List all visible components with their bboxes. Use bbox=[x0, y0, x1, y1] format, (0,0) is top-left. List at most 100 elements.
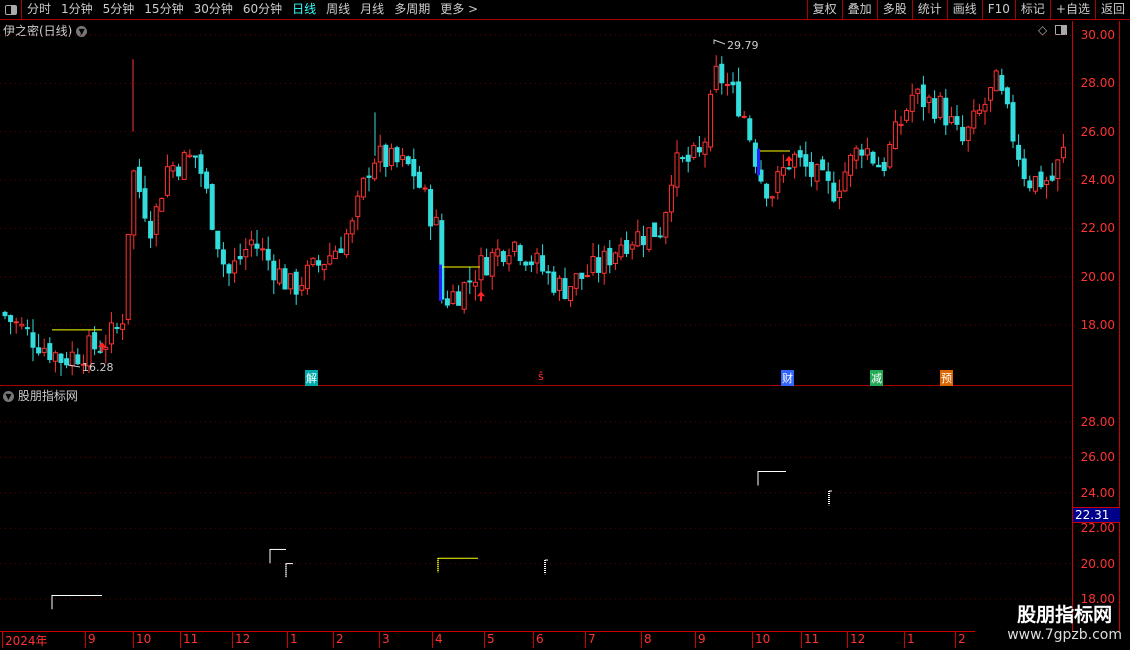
candle-body bbox=[400, 155, 406, 160]
candle-body bbox=[870, 151, 876, 164]
candle-body bbox=[876, 164, 882, 168]
candle-body bbox=[411, 159, 417, 177]
time-tick-label: 10 bbox=[752, 632, 770, 648]
time-tick-label: 2 bbox=[955, 632, 966, 648]
candle-body bbox=[769, 196, 775, 199]
candle-body bbox=[209, 184, 215, 230]
event-marker[interactable]: 解 bbox=[305, 370, 318, 386]
candle-body bbox=[730, 81, 736, 86]
event-marker[interactable]: 预 bbox=[940, 370, 953, 386]
candle-body bbox=[708, 93, 714, 148]
candle-body bbox=[1055, 159, 1061, 179]
candle-body bbox=[181, 152, 187, 180]
candle-body bbox=[909, 94, 915, 112]
price-tick-label: 28.00 bbox=[1080, 76, 1115, 91]
high-pointer bbox=[713, 39, 726, 45]
candle-body bbox=[741, 115, 747, 118]
event-marker[interactable]: 减 bbox=[870, 370, 883, 386]
candle-body bbox=[148, 220, 154, 239]
time-tick-label: 11 bbox=[180, 632, 198, 648]
sub-tick-label: 28.00 bbox=[1080, 415, 1115, 429]
candlestick-chart[interactable]: 29.79 16.28 bbox=[0, 0, 1072, 630]
candle-body bbox=[1027, 180, 1033, 189]
candle-body bbox=[254, 243, 260, 249]
candle-body bbox=[674, 152, 680, 188]
candle-body bbox=[276, 268, 282, 284]
candle-body bbox=[293, 271, 299, 295]
watermark-url: www.7gpzb.com bbox=[1007, 627, 1122, 643]
event-marker[interactable]: 财 bbox=[781, 370, 794, 386]
toolbar-button[interactable]: 返回 bbox=[1094, 0, 1130, 20]
buy-arrow-icon bbox=[98, 341, 106, 352]
signal-bar bbox=[757, 148, 760, 176]
candle-body bbox=[349, 220, 355, 235]
candle-body bbox=[176, 166, 182, 177]
event-marker[interactable]: ŝ bbox=[537, 370, 545, 383]
candle-body bbox=[624, 240, 630, 254]
candle-body bbox=[360, 177, 366, 198]
time-tick-label: 10 bbox=[133, 632, 151, 648]
time-tick-label: 11 bbox=[801, 632, 819, 648]
time-tick-label: 2 bbox=[333, 632, 344, 648]
candle-body bbox=[926, 96, 932, 103]
candle-body bbox=[713, 65, 719, 91]
candle-body bbox=[1049, 175, 1055, 181]
candle-body bbox=[327, 255, 333, 265]
sub-tick-label: 20.00 bbox=[1080, 556, 1115, 571]
candle-body bbox=[663, 212, 669, 238]
candle-body bbox=[310, 257, 316, 266]
candle-body bbox=[103, 346, 109, 350]
candle-body bbox=[260, 248, 266, 251]
candle-body bbox=[344, 233, 350, 256]
candle-body bbox=[635, 231, 641, 247]
candle-body bbox=[366, 175, 372, 178]
candle-body bbox=[108, 322, 114, 345]
candle-body bbox=[271, 260, 277, 281]
candle-body bbox=[523, 261, 529, 266]
candle-body bbox=[724, 84, 730, 87]
candle-body bbox=[433, 216, 439, 226]
candle-body bbox=[764, 183, 770, 199]
candle-body bbox=[131, 170, 137, 236]
candle-body bbox=[506, 255, 512, 265]
candle-body bbox=[629, 244, 635, 250]
candle-body bbox=[47, 343, 53, 361]
candle-body bbox=[836, 190, 842, 199]
candle-body bbox=[237, 255, 243, 260]
candle-body bbox=[1016, 144, 1022, 160]
candle-body bbox=[170, 165, 176, 172]
time-tick-label: 3 bbox=[379, 632, 390, 648]
candle-body bbox=[864, 148, 870, 156]
candle-body bbox=[965, 126, 971, 141]
candle-body bbox=[904, 110, 910, 121]
candle-body bbox=[719, 63, 725, 84]
candle-body bbox=[920, 84, 926, 108]
candle-body bbox=[69, 351, 75, 367]
price-tick-label: 18.00 bbox=[1080, 317, 1115, 332]
high-price-label: 29.79 bbox=[727, 39, 759, 52]
candle-body bbox=[540, 255, 546, 272]
candle-body bbox=[1032, 176, 1038, 192]
candle-body bbox=[19, 323, 25, 327]
candle-body bbox=[265, 248, 271, 261]
candle-body bbox=[747, 118, 753, 141]
candle-body bbox=[736, 81, 742, 117]
candle-body bbox=[680, 157, 686, 160]
candle-body bbox=[803, 154, 809, 167]
candle-body bbox=[848, 154, 854, 176]
candle-body bbox=[461, 282, 467, 310]
candle-body bbox=[842, 171, 848, 192]
candle-body bbox=[58, 353, 64, 363]
candle-body bbox=[75, 354, 81, 365]
sub-tick-label: 26.00 bbox=[1080, 450, 1115, 465]
candle-body bbox=[646, 227, 652, 250]
candle-body bbox=[797, 150, 803, 158]
candle-body bbox=[573, 273, 579, 289]
candle-body bbox=[993, 70, 999, 92]
candle-body bbox=[1010, 102, 1016, 142]
candle-body bbox=[388, 147, 394, 166]
candle-body bbox=[136, 166, 142, 193]
candle-body bbox=[394, 147, 400, 163]
candle-body bbox=[657, 235, 663, 238]
time-tick-label: 9 bbox=[695, 632, 706, 648]
